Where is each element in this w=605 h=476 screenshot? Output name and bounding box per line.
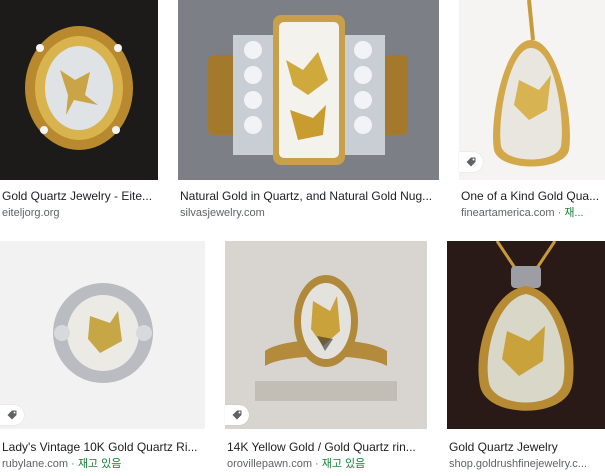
result-source[interactable]: fineartamerica.com · 재... bbox=[461, 206, 601, 220]
result-source[interactable]: rubylane.com · 재고 있음 bbox=[2, 457, 203, 471]
result-source[interactable]: shop.goldrushfinejewelry.c... bbox=[449, 457, 603, 471]
result-title[interactable]: 14K Yellow Gold / Gold Quartz rin... bbox=[227, 439, 425, 455]
result-source-domain: silvasjewelry.com bbox=[180, 207, 265, 219]
image-result-4[interactable]: Lady's Vintage 10K Gold Quartz Ri... rub… bbox=[0, 241, 205, 476]
result-source-domain: rubylane.com · bbox=[2, 458, 78, 470]
result-source[interactable]: orovillepawn.com · 재고 있음 bbox=[227, 457, 425, 471]
result-source[interactable]: silvasjewelry.com bbox=[180, 206, 437, 220]
result-title[interactable]: Natural Gold in Quartz, and Natural Gold… bbox=[180, 188, 437, 204]
result-title[interactable]: Gold Quartz Jewelry - Eite... bbox=[2, 188, 156, 204]
image-result-1[interactable]: Gold Quartz Jewelry - Eite... eiteljorg.… bbox=[0, 0, 158, 222]
result-thumbnail-3[interactable] bbox=[459, 0, 605, 180]
result-source-domain: shop.goldrushfinejewelry.c... bbox=[449, 458, 587, 470]
result-thumbnail-1[interactable] bbox=[0, 0, 158, 180]
result-source-domain: orovillepawn.com · bbox=[227, 458, 322, 470]
result-source-domain: fineartamerica.com · bbox=[461, 207, 565, 219]
result-title[interactable]: One of a Kind Gold Qua... bbox=[461, 188, 601, 204]
result-title[interactable]: Gold Quartz Jewelry bbox=[449, 439, 603, 455]
stock-status: 재고 있음 bbox=[77, 458, 122, 470]
price-tag-icon bbox=[0, 405, 24, 425]
result-thumbnail-2[interactable] bbox=[178, 0, 439, 180]
stock-status: 재고 있음 bbox=[321, 458, 366, 470]
result-source-domain: eiteljorg.org bbox=[2, 207, 60, 219]
image-result-3[interactable]: One of a Kind Gold Qua... fineartamerica… bbox=[459, 0, 605, 222]
result-thumbnail-5[interactable] bbox=[225, 241, 427, 429]
price-tag-icon bbox=[225, 405, 249, 425]
image-result-2[interactable]: Natural Gold in Quartz, and Natural Gold… bbox=[178, 0, 439, 222]
image-result-5[interactable]: 14K Yellow Gold / Gold Quartz rin... oro… bbox=[225, 241, 427, 476]
result-thumbnail-4[interactable] bbox=[0, 241, 205, 429]
stock-status: 재... bbox=[564, 207, 584, 219]
result-title[interactable]: Lady's Vintage 10K Gold Quartz Ri... bbox=[2, 439, 203, 455]
result-source[interactable]: eiteljorg.org bbox=[2, 206, 156, 220]
price-tag-icon bbox=[459, 152, 483, 172]
result-thumbnail-6[interactable] bbox=[447, 241, 605, 429]
image-result-6[interactable]: Gold Quartz Jewelry shop.goldrushfinejew… bbox=[447, 241, 605, 476]
